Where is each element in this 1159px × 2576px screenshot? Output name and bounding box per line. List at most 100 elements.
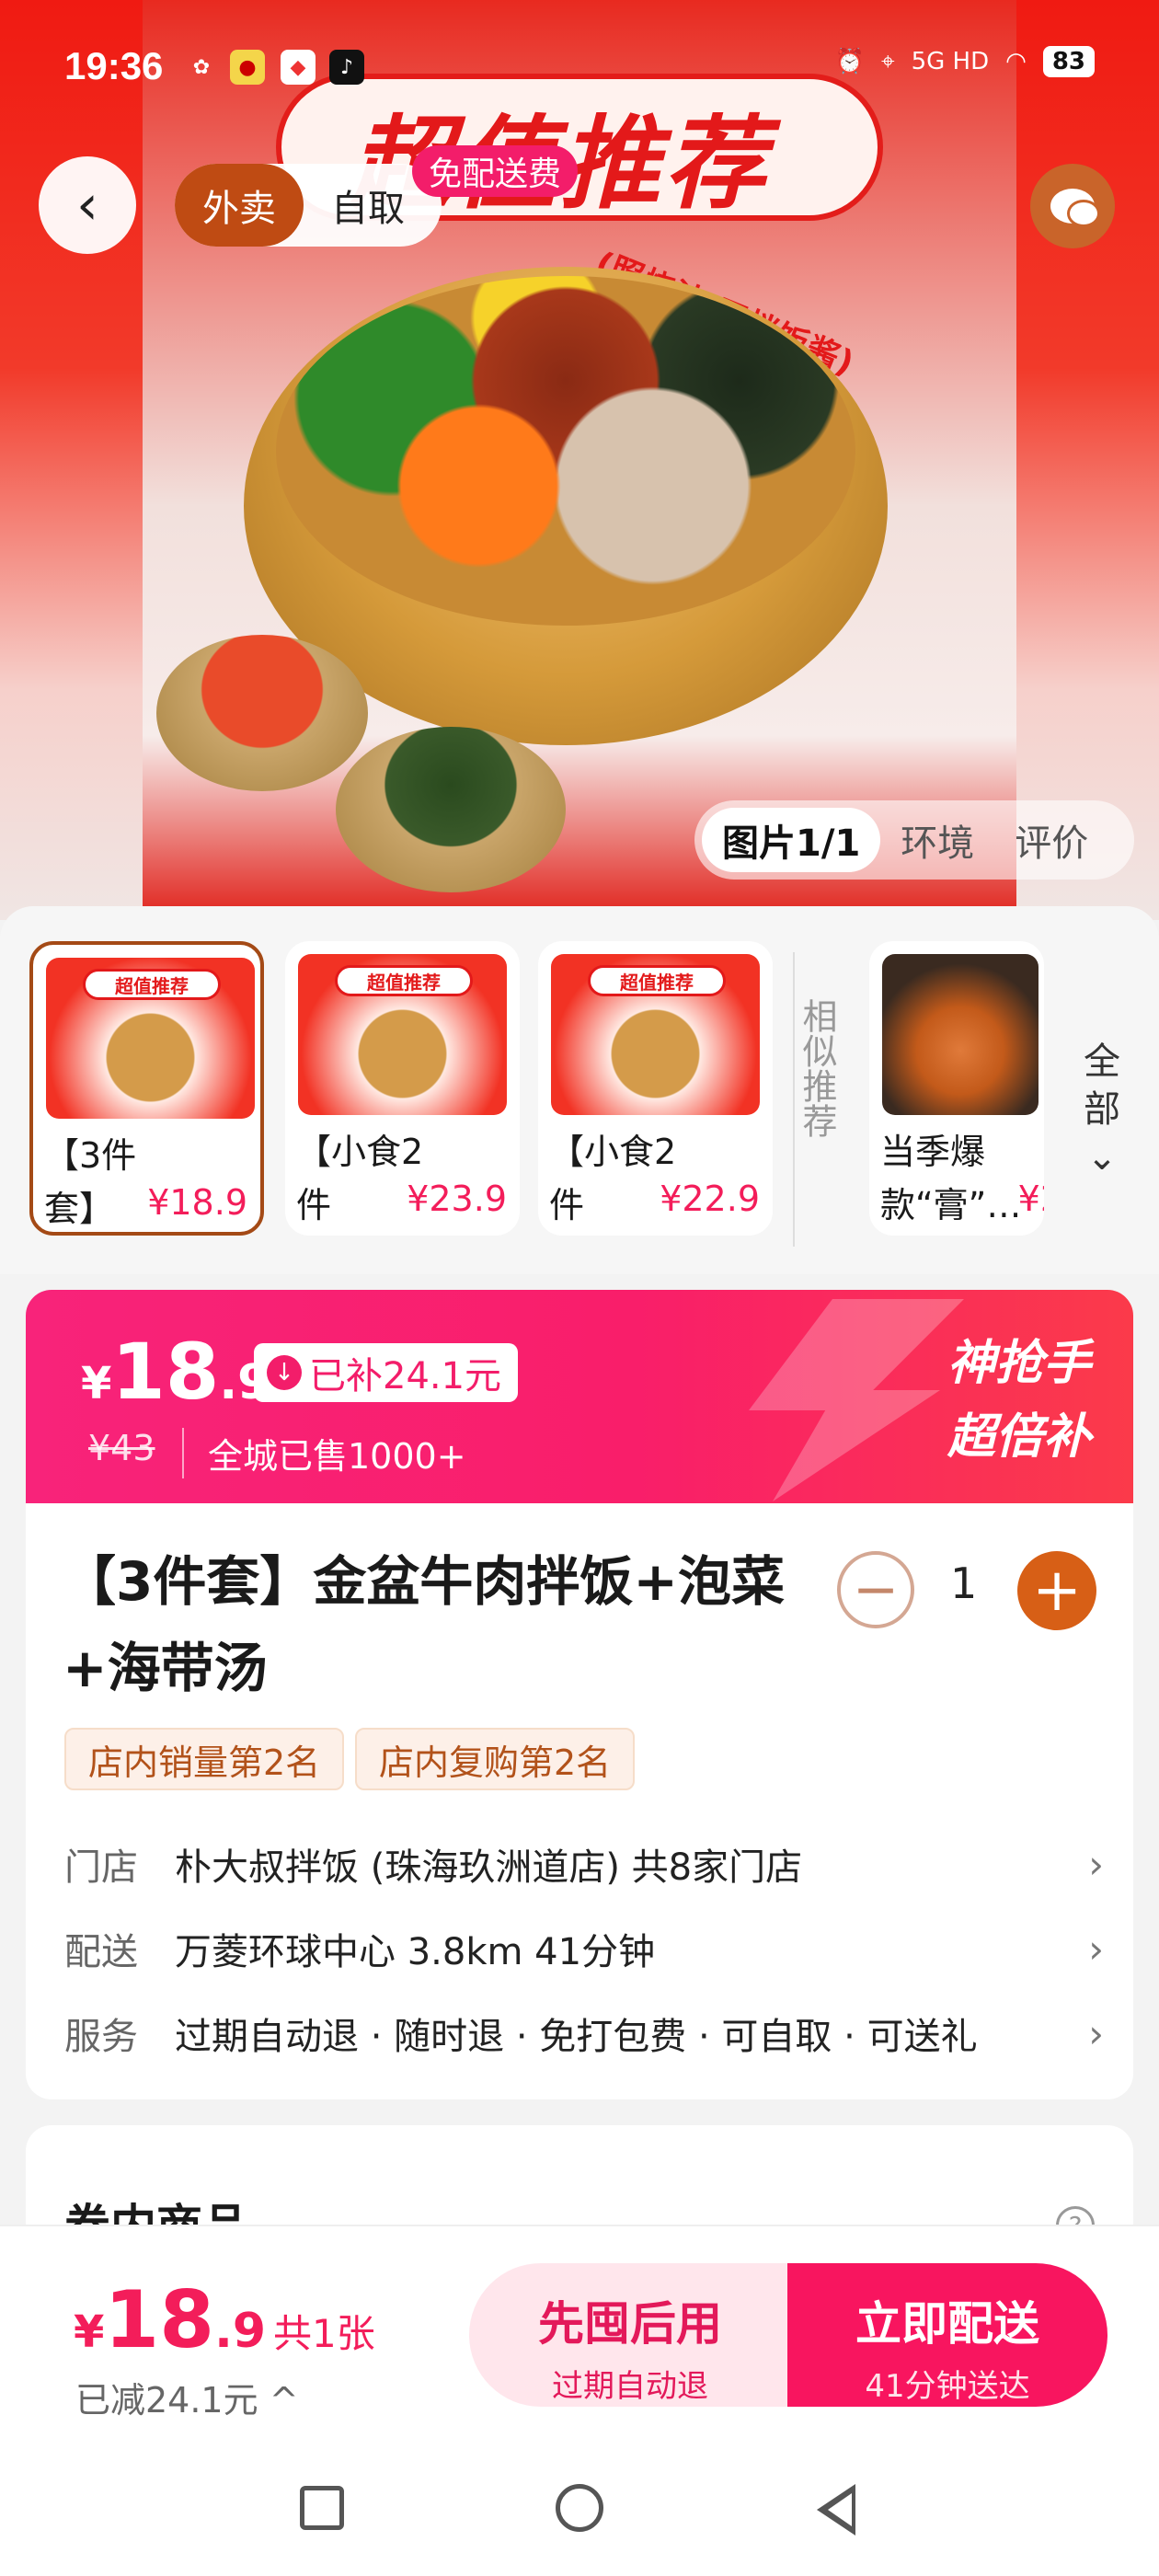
recents-icon[interactable]: [300, 2486, 344, 2530]
thumbnail-price: ¥2: [1017, 1179, 1044, 1219]
subsidy-badge: ↓ 已补24.1元: [254, 1343, 519, 1402]
app-status-icon: ◆: [281, 50, 316, 85]
increase-quantity-button[interactable]: +: [1017, 1551, 1096, 1630]
mode-pickup[interactable]: 自取: [313, 164, 423, 247]
kimchi-bowl-image: [156, 635, 368, 791]
voucher-count: 共1张: [273, 2311, 375, 2356]
button-label: 先囤后用: [538, 2297, 722, 2351]
location-icon: ⌖: [880, 47, 895, 75]
store-row[interactable]: 门店 朴大叔拌饭 (珠海玖洲道店) 共8家门店 ›: [64, 1836, 1104, 1892]
thumbnail-badge: 超值推荐: [83, 969, 221, 1000]
deliver-now-button[interactable]: 立即配送 41分钟送达: [787, 2263, 1107, 2407]
total-price: ¥18.9 共1张: [74, 2274, 375, 2366]
view-all-label: 全部: [1084, 1041, 1120, 1131]
thumbnail-image: 超值推荐: [551, 954, 760, 1115]
row-value: 过期自动退 · 随时退 · 免打包费 · 可自取 · 可送礼: [175, 2016, 978, 2058]
buy-now-use-later-button[interactable]: 先囤后用 过期自动退: [469, 2263, 791, 2407]
thumbnail-image: [882, 954, 1039, 1115]
tab-reviews[interactable]: 评价: [994, 808, 1108, 872]
currency-symbol: ¥: [81, 1358, 112, 1409]
signal-label: 5G HD: [911, 48, 990, 75]
thumbnail-item[interactable]: 超值推荐 【小食2件套】… ¥22.9: [538, 941, 773, 1236]
arrow-down-icon: ↓: [267, 1355, 302, 1390]
status-bar: 19:36 ✿ ● ◆ ♪ ⏰ ⌖ 5G HD ◠ 83: [0, 37, 1159, 101]
price-integer: 18: [111, 1327, 220, 1417]
promo-slogan: 神抢手 超倍补: [947, 1327, 1091, 1474]
service-row[interactable]: 服务 过期自动退 · 随时退 · 免打包费 · 可自取 · 可送礼 ›: [64, 2006, 1104, 2061]
row-label: 配送: [64, 1931, 138, 1973]
price-banner: ¥18.9 ↓ 已补24.1元 ¥43 全城已售1000+ 神抢手 超倍补: [26, 1290, 1133, 1503]
chevron-right-icon: ›: [1088, 1841, 1104, 1887]
promo-slogan-line1: 神抢手: [947, 1336, 1091, 1391]
seaweed-soup-bowl-image: [336, 727, 566, 892]
delivery-row[interactable]: 配送 万菱环球中心 3.8km 41分钟 ›: [64, 1921, 1104, 1976]
wifi-icon: ◠: [1005, 48, 1027, 75]
button-sublabel: 过期自动退: [552, 2368, 708, 2405]
thumbnail-badge: 超值推荐: [588, 965, 726, 996]
sold-count: 全城已售1000+: [182, 1428, 466, 1478]
price-integer: 18: [104, 2274, 215, 2366]
status-right-icons: ⏰ ⌖ 5G HD ◠ 83: [835, 46, 1095, 77]
wechat-icon: [1050, 189, 1100, 227]
thumbnail-price: ¥22.9: [660, 1179, 760, 1219]
similar-recommend-label[interactable]: 相似推荐: [793, 952, 839, 1247]
app-status-icon: ●: [230, 50, 265, 85]
row-label: 门店: [64, 1846, 138, 1889]
tab-images[interactable]: 图片1/1: [702, 808, 881, 872]
hero-image[interactable]: 超值推荐 (照烧汁,无拌饭酱): [0, 0, 1159, 920]
mode-delivery[interactable]: 外卖: [175, 164, 304, 247]
rank-tag: 店内销量第2名: [64, 1728, 345, 1790]
rank-tag: 店内复购第2名: [355, 1728, 636, 1790]
button-sublabel: 41分钟送达: [865, 2368, 1030, 2405]
alarm-icon: ⏰: [834, 48, 865, 75]
price-decimal: .9: [214, 2304, 267, 2359]
back-nav-icon[interactable]: [817, 2484, 855, 2536]
product-card: 【3件套】金盆牛肉拌饭+泡菜+海带汤 − 1 + 店内销量第2名 店内复购第2名…: [26, 1503, 1133, 2099]
thumbnail-price: ¥18.9: [147, 1182, 247, 1223]
thumbnail-name: 【小食2件套】…: [549, 1132, 677, 1225]
image-tabs: 图片1/1 环境 评价: [694, 800, 1134, 880]
view-all-button[interactable]: 全部 ⌄: [1076, 1038, 1128, 1181]
thumbnail-item[interactable]: 超值推荐 【小食2件套】… ¥23.9: [285, 941, 520, 1236]
thumbnail-image: 超值推荐: [46, 958, 255, 1119]
button-label: 立即配送: [855, 2297, 1039, 2351]
related-items-strip: 超值推荐 【3件套】金… ¥18.9 超值推荐 【小食2件套】… ¥23.9 超…: [0, 906, 1159, 1274]
discount-detail-toggle[interactable]: 已减24.1元 ^: [75, 2372, 299, 2422]
product-title: 【3件套】金盆牛肉拌饭+泡菜+海带汤: [63, 1550, 785, 1699]
subsidy-text: 已补24.1元: [309, 1355, 502, 1397]
decrease-quantity-button[interactable]: −: [837, 1551, 914, 1628]
thumbnail-price: ¥23.9: [407, 1179, 507, 1219]
quantity-value: 1: [950, 1558, 978, 1608]
bibimbap-food-image: [276, 276, 855, 626]
tiktok-status-icon: ♪: [329, 50, 364, 85]
currency-symbol: ¥: [74, 2306, 105, 2358]
thumbnail-item[interactable]: 当季爆款“膏”… ¥2: [869, 941, 1044, 1236]
original-price: ¥43: [88, 1428, 155, 1468]
status-time: 19:36: [64, 44, 164, 87]
back-button[interactable]: ‹: [39, 156, 136, 254]
chevron-down-icon: ⌄: [1086, 1136, 1118, 1179]
row-label: 服务: [64, 2016, 138, 2058]
chevron-right-icon: ›: [1088, 1926, 1104, 1972]
thumbnail-item[interactable]: 超值推荐 【3件套】金… ¥18.9: [29, 941, 264, 1236]
chevron-right-icon: ›: [1088, 2010, 1104, 2056]
system-nav-bar: [0, 2438, 1159, 2576]
wechat-share-button[interactable]: [1030, 164, 1115, 248]
lightning-icon: [749, 1299, 964, 1501]
battery-indicator: 83: [1042, 46, 1095, 77]
thumbnail-name: 当季爆款“膏”…: [880, 1132, 1022, 1225]
chevron-left-icon: ‹: [76, 173, 98, 237]
checkout-bar: ¥18.9 共1张 已减24.1元 ^ 先囤后用 过期自动退 立即配送 41分钟送…: [0, 2225, 1159, 2438]
promo-slogan-line2: 超倍补: [947, 1409, 1091, 1465]
row-value: 万菱环球中心 3.8km 41分钟: [175, 1931, 656, 1973]
free-delivery-badge: 免配送费: [412, 145, 579, 197]
wechat-status-icon: ✿: [192, 55, 211, 79]
thumbnail-image: 超值推荐: [298, 954, 507, 1115]
thumbnail-badge: 超值推荐: [335, 965, 473, 996]
row-value: 朴大叔拌饭 (珠海玖洲道店) 共8家门店: [175, 1846, 803, 1889]
mode-toggle[interactable]: 外卖 自取: [175, 164, 442, 247]
deal-price: ¥18.9: [81, 1327, 270, 1417]
thumbnail-name: 【小食2件套】…: [296, 1132, 424, 1225]
home-icon[interactable]: [556, 2484, 603, 2532]
tab-environment[interactable]: 环境: [880, 808, 994, 872]
